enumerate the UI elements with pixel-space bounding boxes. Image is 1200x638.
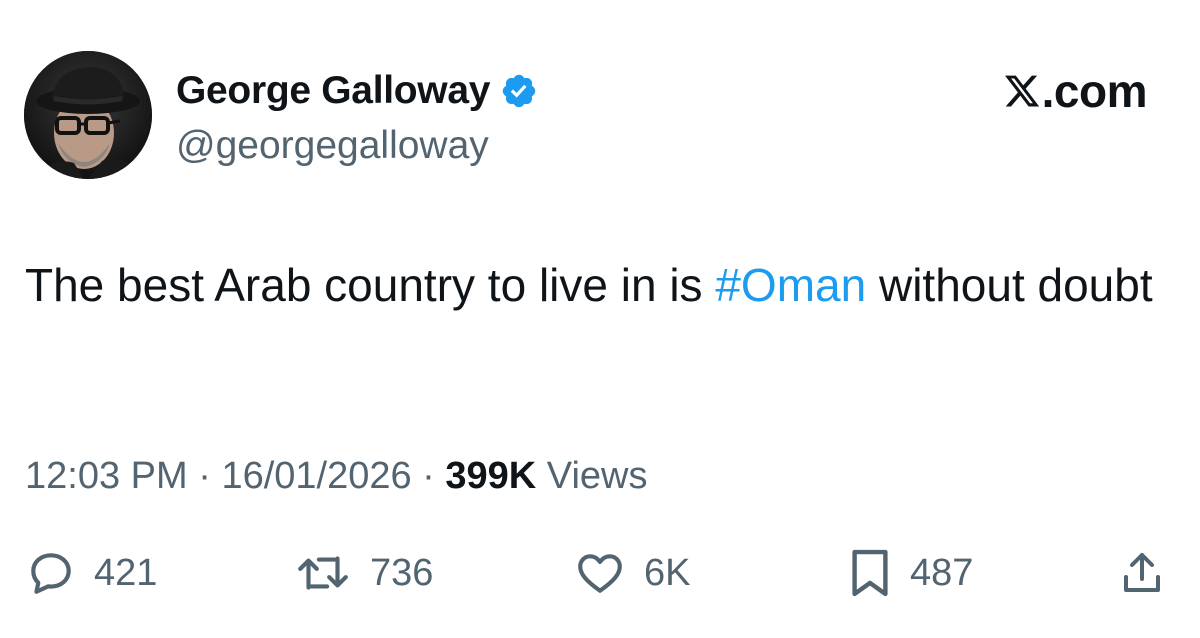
reply-button[interactable]: 421 [26,540,157,606]
views-count: 399K [445,455,537,497]
tweet-card: George Galloway @georgegalloway .com The… [0,0,1200,638]
like-count: 6K [644,551,691,594]
heart-icon [574,548,626,598]
brand-logo: .com [1003,64,1148,118]
repost-button[interactable]: 736 [294,540,433,606]
share-button[interactable] [1118,540,1166,606]
repost-count: 736 [370,551,434,594]
views-label: Views [536,455,648,497]
tweet-text: The best Arab country to live in is #Oma… [25,253,1155,317]
meta-separator: · [187,455,222,497]
tweet-text-before: The best Arab country to live in is [25,259,716,311]
avatar[interactable] [24,51,152,179]
reply-count: 421 [94,551,158,594]
bookmark-count: 487 [910,551,974,594]
author-display-name[interactable]: George Galloway [176,69,490,113]
share-icon [1118,548,1166,598]
tweet-meta: 12:03 PM · 16/01/2026 · 399K Views [25,455,648,498]
tweet-date[interactable]: 16/01/2026 [221,455,411,497]
verified-badge-icon[interactable] [500,72,538,110]
tweet-text-after: without doubt [866,259,1153,311]
like-button[interactable]: 6K [574,540,690,606]
bookmark-button[interactable]: 487 [848,540,973,606]
hashtag-link[interactable]: #Oman [715,259,866,311]
bookmark-icon [848,546,892,600]
meta-separator: · [411,455,446,497]
author-name-row: George Galloway [176,66,538,116]
reply-icon [26,548,76,598]
tweet-time[interactable]: 12:03 PM [25,455,188,497]
repost-icon [294,548,352,598]
x-logo-icon [1003,67,1041,107]
author-handle[interactable]: @georgegalloway [176,124,489,168]
action-bar: 421 736 6K 487 [0,540,1200,606]
brand-suffix: .com [1041,65,1148,117]
